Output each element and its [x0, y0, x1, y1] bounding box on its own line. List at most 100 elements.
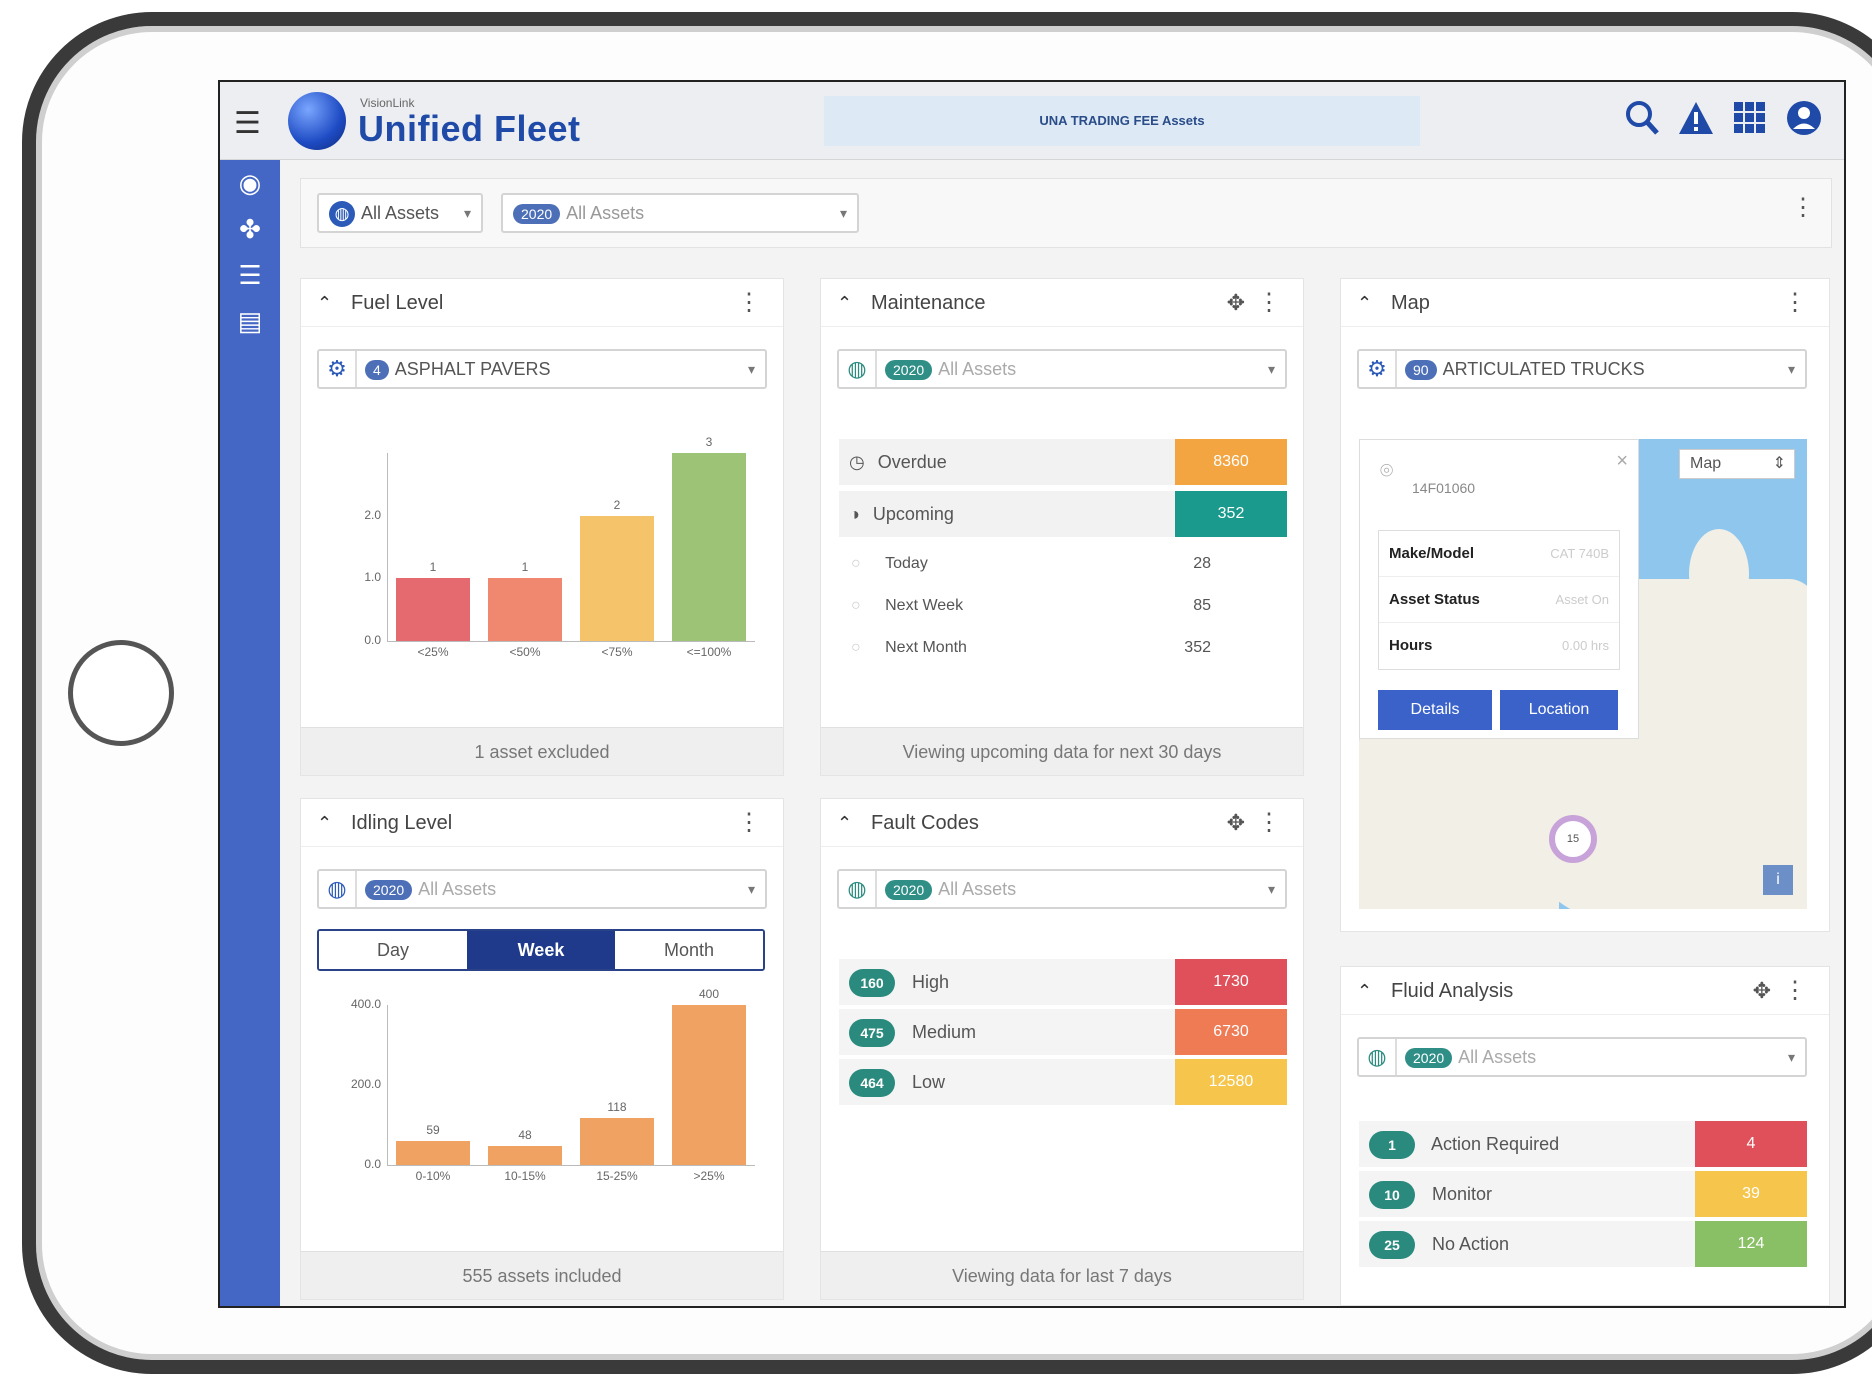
- map-card: ⌃ Map ⋮ ⚙ 90 ARTICULATED TRUCKS ▾ Map ⇕ 15 …: [1340, 278, 1830, 932]
- card-more-icon[interactable]: ⋮: [1783, 279, 1807, 327]
- monitor-row[interactable]: 10 Monitor 39: [1359, 1171, 1807, 1217]
- fault-medium-row[interactable]: 475 Medium 6730: [839, 1009, 1287, 1055]
- gear-icon[interactable]: ⚙: [1359, 351, 1397, 387]
- reports-icon[interactable]: ▤: [220, 298, 280, 344]
- asset-id: 14F01060: [1412, 480, 1476, 496]
- card-more-icon[interactable]: ⋮: [1257, 799, 1281, 847]
- fault-high-row[interactable]: 160 High 1730: [839, 959, 1287, 1005]
- action-required-row[interactable]: 1 Action Required 4: [1359, 1121, 1807, 1167]
- fault-low-row[interactable]: 464 Low 12580: [839, 1059, 1287, 1105]
- row-label: Overdue: [877, 452, 947, 472]
- fleet-label: All Assets: [938, 359, 1017, 379]
- overdue-row[interactable]: ◷ Overdue 8360: [839, 439, 1287, 485]
- field-value: CAT 740B: [1550, 546, 1609, 561]
- card-footer: 1 asset excluded: [301, 727, 783, 775]
- cluster-count: 15: [1566, 833, 1580, 845]
- field-label: Make/Model: [1389, 545, 1475, 562]
- asset-count-badge: 2020: [365, 880, 413, 901]
- app-screen: ☰ VisionLink Unified Fleet UNA TRADING F…: [218, 80, 1846, 1308]
- idling-level-chart: 0.0 200.0 400.0 59 0-10% 48 10-15% 118 15-25% 400…: [301, 979, 785, 1249]
- collapse-chevron-icon[interactable]: ⌃: [1357, 967, 1372, 1015]
- asset-type-dropdown[interactable]: ⚙ 90 ARTICULATED TRUCKS ▾: [1357, 349, 1807, 389]
- no-action-row[interactable]: 25 No Action 124: [1359, 1221, 1807, 1267]
- collapse-chevron-icon[interactable]: ⌃: [837, 279, 852, 327]
- fleet-dropdown[interactable]: ◍ 2020 All Assets ▾: [1357, 1037, 1807, 1077]
- chart-bar: [396, 578, 470, 641]
- chevron-down-icon: ▾: [839, 205, 847, 221]
- filter-more-icon[interactable]: ⋮: [1791, 193, 1815, 222]
- user-account-icon[interactable]: [1784, 98, 1824, 142]
- location-pin-icon: ⌾: [1380, 458, 1394, 483]
- chevron-down-icon: ▾: [747, 881, 755, 897]
- card-footer: Viewing upcoming data for next 30 days: [821, 727, 1303, 775]
- card-header: ⌃ Map ⋮: [1341, 279, 1829, 327]
- card-title: Idling Level: [351, 812, 453, 834]
- asset-type-dropdown[interactable]: ⚙ 4 ASPHALT PAVERS ▾: [317, 349, 767, 389]
- x-tick-label: >25%: [693, 1169, 725, 1183]
- tab-week[interactable]: Week: [467, 931, 615, 969]
- fleet-dropdown[interactable]: ◍ 2020 All Assets ▾: [837, 869, 1287, 909]
- search-icon[interactable]: [1622, 98, 1662, 142]
- card-more-icon[interactable]: ⋮: [1783, 967, 1807, 1015]
- collapse-chevron-icon[interactable]: ⌃: [317, 799, 332, 847]
- tab-day[interactable]: Day: [319, 931, 467, 969]
- count-badge: 475: [849, 1019, 895, 1048]
- fleet-dropdown[interactable]: ◍ 2020 All Assets ▾: [837, 349, 1287, 389]
- chevron-down-icon: ▾: [1267, 881, 1275, 897]
- card-header: ⌃ Idling Level ⋮: [301, 799, 783, 847]
- overdue-value: 8360: [1175, 439, 1287, 485]
- row-value: 28: [1193, 555, 1211, 572]
- fuel-level-chart: 0.0 1.0 2.0 1 <25% 1 <50% 2 <75% 3 <=100%: [301, 409, 785, 709]
- collapse-chevron-icon[interactable]: ⌃: [317, 279, 332, 327]
- dashboard-icon[interactable]: ◉: [220, 160, 280, 206]
- map-type-select[interactable]: Map ⇕: [1679, 449, 1795, 479]
- close-icon[interactable]: ×: [1616, 450, 1628, 473]
- chevron-down-icon: ▾: [747, 361, 755, 377]
- map-view[interactable]: Map ⇕ 15 i ⌾ 14F01060 × Make/Model CAT 74…: [1359, 439, 1807, 909]
- move-handle-icon[interactable]: ✥: [1227, 799, 1245, 847]
- collapse-chevron-icon[interactable]: ⌃: [1357, 279, 1372, 327]
- collapse-chevron-icon[interactable]: ⌃: [837, 799, 852, 847]
- field-label: Asset Status: [1389, 591, 1480, 608]
- details-button[interactable]: Details: [1378, 690, 1492, 730]
- fleet-icon[interactable]: ✤: [220, 206, 280, 252]
- card-more-icon[interactable]: ⋮: [737, 279, 761, 327]
- gear-icon[interactable]: ⚙: [319, 351, 357, 387]
- count-badge: 25: [1369, 1231, 1415, 1260]
- x-tick-label: <25%: [417, 645, 449, 659]
- fleet-dropdown[interactable]: 2020 All Assets ▾: [501, 193, 859, 233]
- apps-grid-icon[interactable]: [1730, 98, 1770, 142]
- alert-icon[interactable]: [1676, 98, 1716, 142]
- list-icon[interactable]: ☰: [220, 252, 280, 298]
- location-button[interactable]: Location: [1500, 690, 1618, 730]
- fleet-label: All Assets: [418, 879, 497, 899]
- scope-dropdown[interactable]: ◍ All Assets ▾: [317, 193, 483, 233]
- y-tick-label: 400.0: [350, 997, 381, 1011]
- move-handle-icon[interactable]: ✥: [1227, 279, 1245, 327]
- card-more-icon[interactable]: ⋮: [737, 799, 761, 847]
- next-week-row[interactable]: ○ Next Week 85: [851, 583, 1211, 629]
- asset-fields: Make/Model CAT 740B Asset Status Asset O…: [1378, 530, 1620, 670]
- upcoming-row[interactable]: ◑ Upcoming 352: [839, 491, 1287, 537]
- x-tick-label: <75%: [601, 645, 633, 659]
- home-button[interactable]: [68, 640, 174, 746]
- bar-value-label: 3: [705, 435, 713, 449]
- globe-icon: ◍: [1359, 1039, 1397, 1075]
- cluster-marker[interactable]: 15: [1549, 815, 1597, 863]
- asset-type-label: ASPHALT PAVERS: [394, 359, 551, 379]
- next-month-row[interactable]: ○ Next Month 352: [851, 625, 1211, 671]
- map-info-button[interactable]: i: [1763, 865, 1793, 895]
- move-handle-icon[interactable]: ✥: [1753, 967, 1771, 1015]
- hamburger-menu-icon[interactable]: ☰: [234, 106, 261, 141]
- logo-globe-icon: [288, 92, 346, 150]
- bar-value-label: 1: [521, 560, 529, 575]
- count-badge: 1: [1369, 1131, 1415, 1160]
- account-banner[interactable]: UNA TRADING FEE Assets: [824, 96, 1420, 146]
- y-tick-label: 0.0: [364, 1157, 381, 1171]
- tab-month[interactable]: Month: [615, 931, 763, 969]
- card-more-icon[interactable]: ⋮: [1257, 279, 1281, 327]
- x-tick-label: 0-10%: [415, 1169, 451, 1183]
- card-header: ⌃ Fault Codes ✥ ⋮: [821, 799, 1303, 847]
- today-row[interactable]: ○ Today 28: [851, 541, 1211, 587]
- fleet-dropdown[interactable]: ◍ 2020 All Assets ▾: [317, 869, 767, 909]
